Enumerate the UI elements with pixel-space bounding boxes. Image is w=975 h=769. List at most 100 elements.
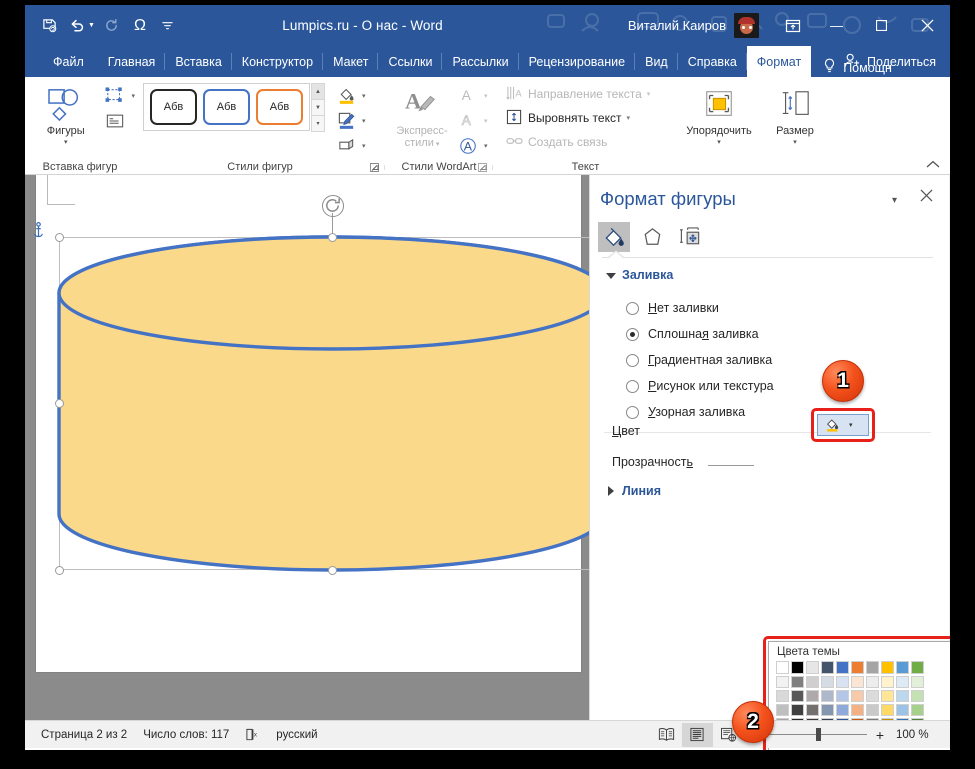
maximize-button[interactable]	[859, 5, 904, 46]
ribbon: Фигуры ▾ ▾ В	[25, 77, 950, 175]
shapes-icon	[47, 83, 85, 125]
layout-size-icon	[679, 226, 702, 249]
ribbon-group-size: Размер ▾	[760, 77, 830, 175]
text-direction-icon: A	[506, 85, 523, 104]
step-badge-1: 1	[822, 360, 864, 402]
document-page[interactable]	[36, 175, 581, 672]
group-label-text: Текст	[493, 158, 678, 175]
gallery-more[interactable]: ▾	[311, 115, 325, 132]
proofing-errors-icon[interactable]: x	[245, 728, 260, 742]
collapse-ribbon-button[interactable]	[926, 160, 940, 172]
wordart-dialog-launcher[interactable]	[477, 162, 489, 174]
shape-style-2[interactable]: Абв	[203, 89, 250, 125]
radio-pattern-fill[interactable]	[626, 406, 639, 419]
resize-handle-middle-left[interactable]	[55, 399, 64, 408]
shape-outline-icon[interactable]	[331, 108, 361, 133]
resize-handle-bottom-center[interactable]	[328, 566, 337, 575]
line-section-expander[interactable]	[608, 486, 614, 496]
align-text-caret[interactable]: ▾	[626, 114, 630, 122]
tab-review[interactable]: Рецензирование	[519, 46, 636, 77]
group-label-size	[760, 158, 830, 175]
tab-help[interactable]: Справка	[678, 46, 747, 77]
tab-view[interactable]: Вид	[635, 46, 678, 77]
resize-handle-top-left[interactable]	[55, 233, 64, 242]
fill-option-picture[interactable]: Рисунок или текстура	[626, 379, 774, 393]
shapes-caret[interactable]: ▾	[64, 138, 68, 146]
text-fill-icon: A	[453, 83, 483, 108]
wordart-quick-styles-icon: A	[404, 83, 440, 125]
tab-format[interactable]: Формат	[747, 46, 811, 77]
fill-option-none[interactable]: Нет заливки	[626, 301, 719, 315]
user-name[interactable]: Виталий Каиров	[628, 18, 726, 33]
tab-design[interactable]: Конструктор	[232, 46, 323, 77]
page-indicator[interactable]: Страница 2 из 2	[41, 729, 127, 741]
tab-mailings[interactable]: Рассылки	[442, 46, 518, 77]
radio-gradient-fill[interactable]	[626, 354, 639, 367]
minimize-button[interactable]: —	[814, 5, 859, 46]
size-caret[interactable]: ▾	[793, 138, 797, 146]
read-mode-icon[interactable]	[651, 723, 682, 747]
tab-file[interactable]: Файл	[39, 46, 98, 77]
shape-styles-scroll[interactable]: ▲ ▼ ▾	[311, 83, 325, 132]
pane-tab-fill-line[interactable]	[598, 222, 630, 252]
fill-option-solid[interactable]: Сплошная заливка	[626, 327, 759, 341]
close-button[interactable]	[904, 5, 950, 46]
shape-style-3[interactable]: Абв	[256, 89, 303, 125]
shape-fill-icon[interactable]	[331, 83, 361, 108]
arrange-icon	[701, 83, 737, 125]
resize-handle-top-center[interactable]	[328, 233, 337, 242]
shape-fill-caret[interactable]: ▾	[362, 92, 366, 100]
shapes-button[interactable]: Фигуры ▾	[33, 83, 98, 146]
pane-close-button[interactable]	[920, 189, 933, 207]
draw-textbox-icon[interactable]	[100, 108, 130, 133]
avatar[interactable]	[734, 13, 759, 38]
shape-outline-caret[interactable]: ▾	[362, 117, 366, 125]
print-layout-icon[interactable]	[682, 723, 713, 747]
share-button[interactable]: Поделиться	[844, 46, 936, 77]
arrange-button[interactable]: Упорядочить ▾	[679, 83, 759, 146]
pentagon-effects-icon	[641, 226, 664, 249]
text-effects-caret[interactable]: ▾	[484, 142, 488, 150]
gallery-scroll-down[interactable]: ▼	[311, 99, 325, 116]
transparency-row-label: Прозрачность	[612, 455, 693, 469]
text-effects-icon[interactable]: A	[453, 133, 483, 158]
align-text-button[interactable]: Выровнять текст ▾	[503, 107, 633, 129]
paint-bucket-icon	[603, 226, 626, 249]
tab-layout[interactable]: Макет	[323, 46, 378, 77]
shapes-label: Фигуры	[47, 125, 85, 137]
tab-insert[interactable]: Вставка	[165, 46, 231, 77]
shape-style-1[interactable]: Абв	[150, 89, 197, 125]
pane-tab-effects[interactable]	[636, 222, 668, 252]
arrange-caret[interactable]: ▾	[717, 138, 721, 146]
word-count[interactable]: Число слов: 117	[143, 729, 229, 741]
shape-styles-gallery[interactable]: Абв Абв Абв	[143, 83, 310, 131]
shape-styles-dialog-launcher[interactable]	[369, 162, 381, 174]
size-button[interactable]: Размер ▾	[761, 83, 829, 146]
fill-option-gradient[interactable]: Градиентная заливка	[626, 353, 772, 367]
edit-shape-icon[interactable]	[100, 83, 130, 108]
fill-section-expander[interactable]	[606, 273, 616, 279]
shape-effects-icon[interactable]	[331, 133, 361, 158]
radio-no-fill[interactable]	[626, 302, 639, 315]
fill-option-pattern[interactable]: Узорная заливка	[626, 405, 745, 419]
title-bar-right: Виталий Каиров —	[628, 5, 950, 46]
gallery-scroll-up[interactable]: ▲	[311, 83, 325, 100]
rotate-shape-handle[interactable]	[322, 195, 344, 217]
tab-home[interactable]: Главная	[98, 46, 166, 77]
tab-references[interactable]: Ссылки	[378, 46, 442, 77]
language-indicator[interactable]: русский	[276, 729, 317, 741]
group-label-insert-shapes: Вставка фигур	[25, 158, 135, 175]
callout-box-color-button	[811, 408, 875, 442]
ribbon-display-options-icon[interactable]	[772, 5, 814, 46]
svg-text:A: A	[462, 88, 471, 103]
cylinder-shape[interactable]	[59, 237, 589, 570]
resize-handle-bottom-left[interactable]	[55, 566, 64, 575]
quick-styles-button[interactable]: A Экспресс- стили ▾	[391, 83, 453, 151]
pane-options-caret[interactable]: ▾	[892, 195, 897, 206]
shape-effects-caret[interactable]: ▾	[362, 142, 366, 150]
radio-solid-fill[interactable]	[626, 328, 639, 341]
transparency-slider-track[interactable]	[708, 465, 754, 466]
radio-picture-fill[interactable]	[626, 380, 639, 393]
pane-tab-layout-properties[interactable]	[674, 222, 706, 252]
document-canvas[interactable]	[25, 175, 589, 720]
